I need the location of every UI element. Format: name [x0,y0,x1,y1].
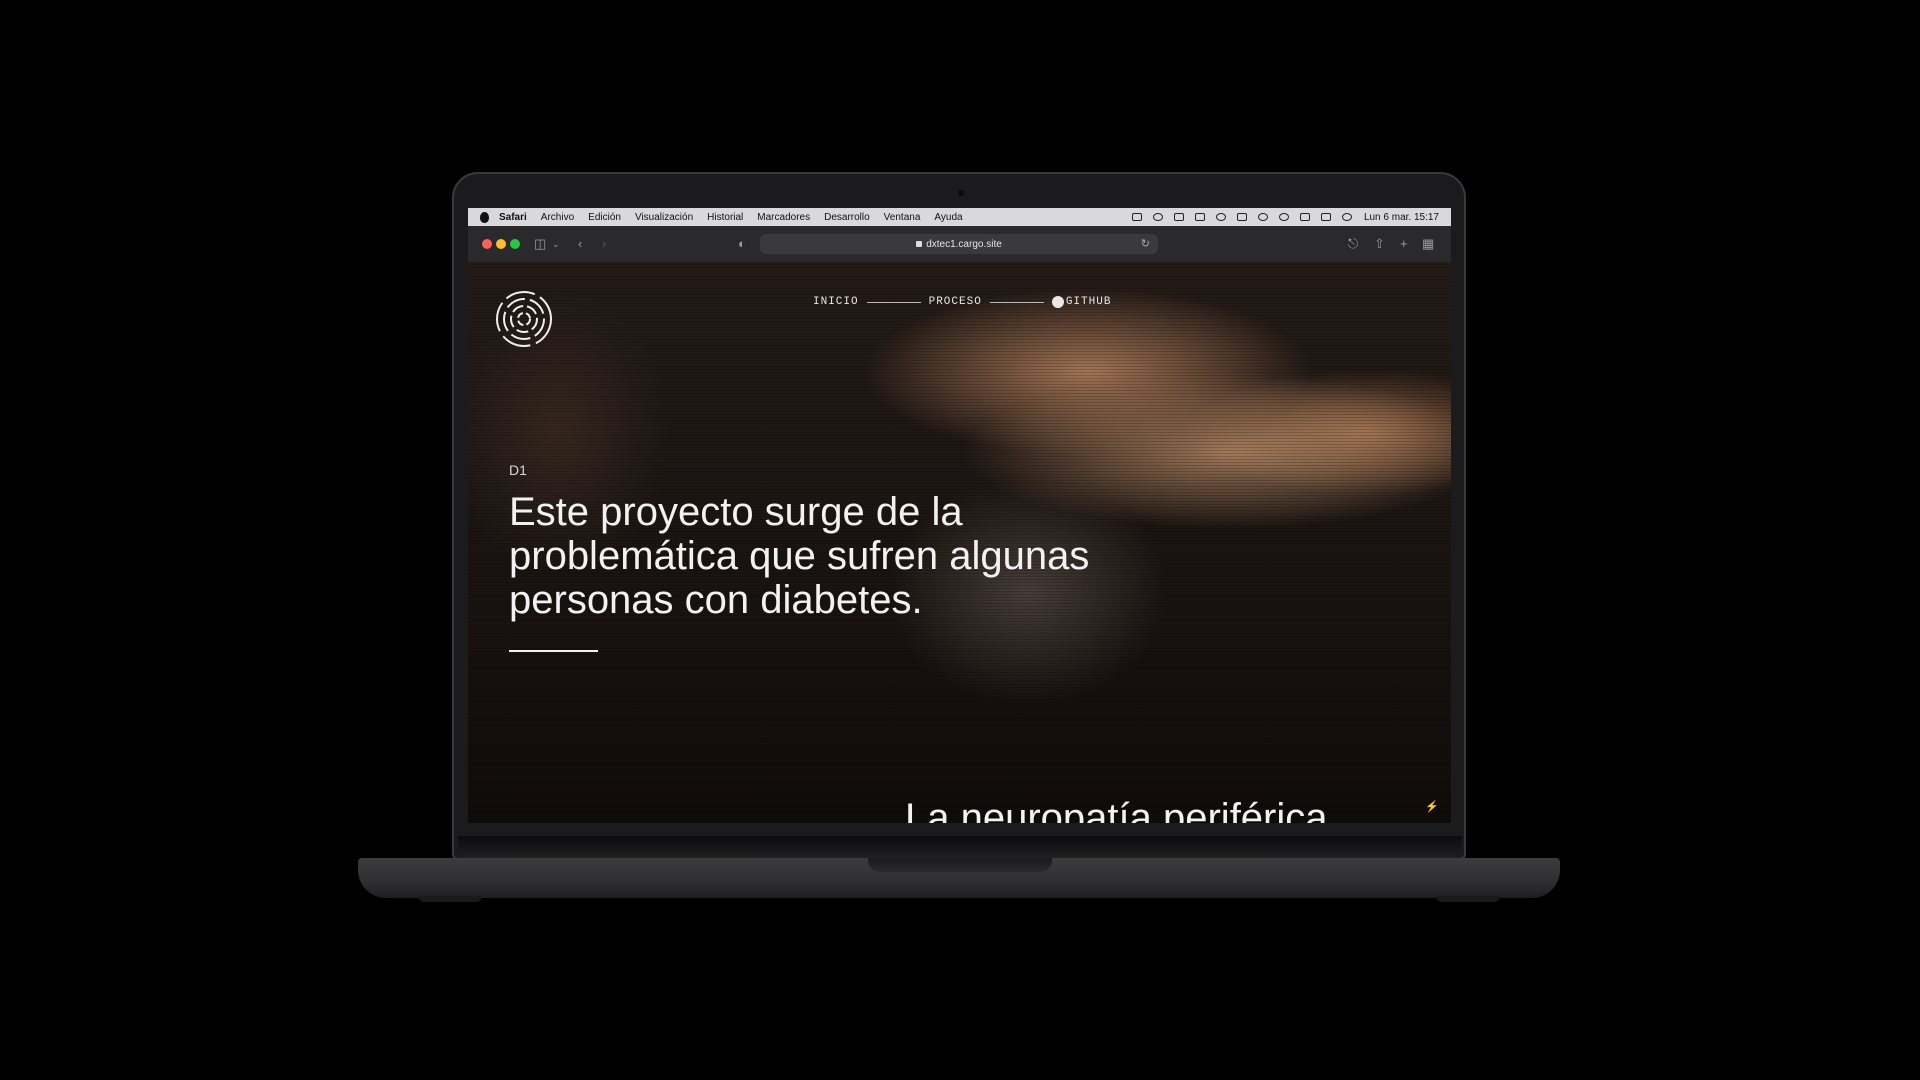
safari-toolbar: ◫ ⌄ ‹ › ◐ dxtec1.cargo.site ↻ ⎋ ⇧ + ▦ [468,226,1451,263]
siri-icon[interactable] [1341,213,1352,221]
bluetooth-icon[interactable] [1299,213,1310,221]
screen: Safari Archivo Edición Visualización His… [468,208,1451,823]
section-label: D1 [509,462,527,478]
status-grid-icon[interactable] [1194,213,1205,221]
menu-archivo[interactable]: Archivo [541,212,574,223]
url-text: dxtec1.cargo.site [926,238,1002,250]
chevron-right-icon[interactable]: › [602,236,606,252]
nav-proceso[interactable]: PROCESO [929,296,982,308]
sidebar-toggle-icon[interactable]: ◫ [534,236,546,252]
plus-icon[interactable]: + [1400,236,1408,252]
menu-app-name[interactable]: Safari [499,212,527,223]
chevron-left-icon[interactable]: ‹ [578,236,582,252]
reload-icon[interactable]: ↻ [1141,237,1150,250]
chevron-down-icon[interactable]: ⌄ [552,236,560,252]
laptop-hinge [458,836,1462,858]
menu-edicion[interactable]: Edición [588,212,621,223]
menu-visualizacion[interactable]: Visualización [635,212,693,223]
status-area: Lun 6 mar. 15:17 [1121,208,1439,226]
hero-headline: Este proyecto surge de la problemática q… [509,490,1090,622]
site-nav: INICIO PROCESO GITHUB [813,296,1111,308]
menu-historial[interactable]: Historial [707,212,743,223]
menu-desarrollo[interactable]: Desarrollo [824,212,870,223]
apple-logo-icon[interactable] [480,211,489,223]
macos-menubar: Safari Archivo Edición Visualización His… [468,208,1451,226]
menu-ventana[interactable]: Ventana [884,212,921,223]
menubar-clock[interactable]: Lun 6 mar. 15:17 [1364,212,1439,223]
address-bar[interactable]: dxtec1.cargo.site ↻ [760,234,1158,254]
privacy-shield-icon[interactable]: ◐ [738,236,746,252]
next-section-heading: La neuropatía periférica [905,796,1328,823]
battery-icon[interactable] [1236,213,1247,221]
lock-icon [916,241,923,247]
menu-ayuda[interactable]: Ayuda [934,212,962,223]
control-center-icon[interactable] [1320,213,1331,221]
download-icon[interactable]: ⎋ [1348,236,1358,252]
nav-inicio[interactable]: INICIO [813,296,859,308]
nav-divider [866,301,921,303]
tab-overview-icon[interactable]: ▦ [1422,236,1434,252]
web-page: INICIO PROCESO GITHUB D1 Este proyecto s… [468,262,1451,823]
status-extra-icon[interactable] [1131,213,1142,221]
search-icon[interactable] [1278,213,1289,221]
headline-underline [509,650,598,652]
minimize-window-button[interactable] [496,239,506,249]
nav-divider [989,301,1044,303]
laptop-foot-left [418,896,482,902]
lightning-icon[interactable]: ⚡ [1425,800,1439,813]
menu-marcadores[interactable]: Marcadores [757,212,810,223]
share-icon[interactable]: ⇧ [1374,236,1385,252]
close-window-button[interactable] [482,239,492,249]
status-app-icon[interactable] [1173,213,1184,221]
laptop-notch [868,858,1052,872]
laptop-foot-right [1436,896,1500,902]
site-logo[interactable] [495,290,553,348]
github-icon[interactable] [1051,296,1064,308]
camera [958,190,964,196]
nav-github[interactable]: GITHUB [1066,296,1112,308]
status-record-icon[interactable] [1215,213,1226,221]
wifi-icon[interactable] [1257,213,1268,221]
zoom-window-button[interactable] [510,239,520,249]
status-creative-icon[interactable] [1152,213,1163,221]
